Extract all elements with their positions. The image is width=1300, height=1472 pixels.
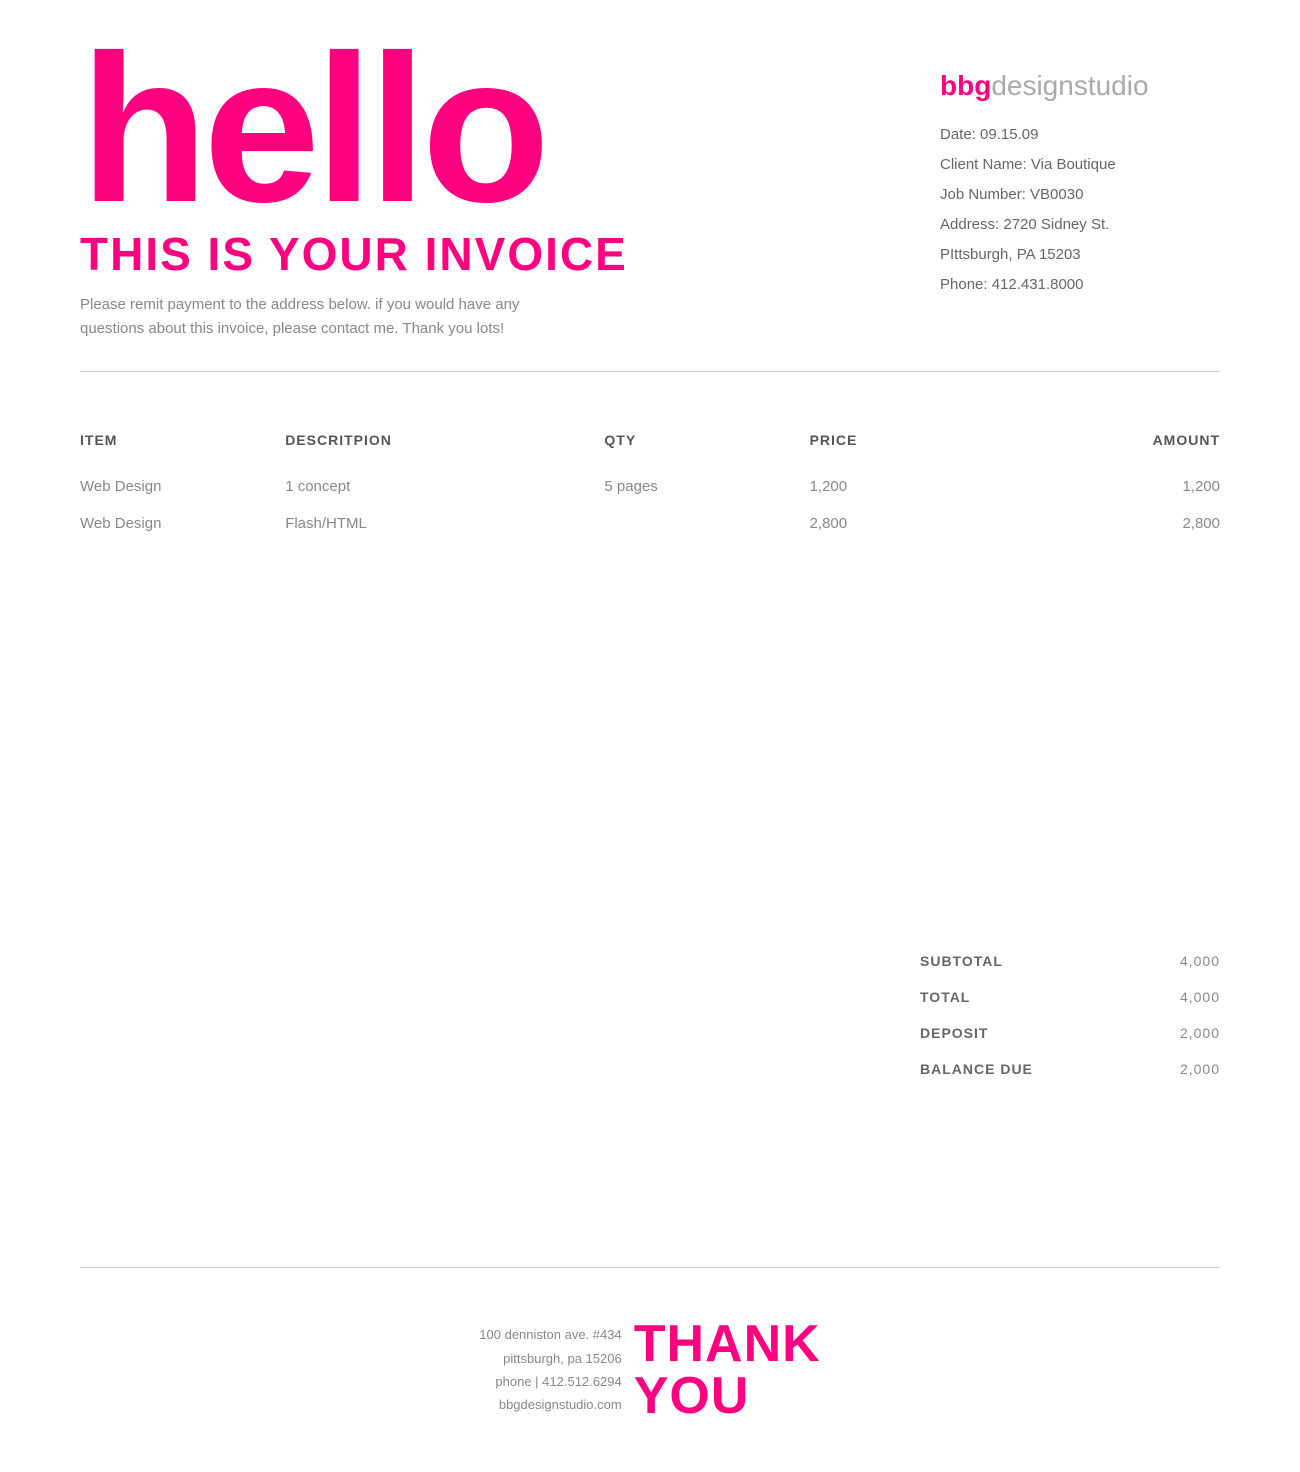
col-item: ITEM [80,432,285,468]
invoice-page: hello THIS IS YOUR INVOICE Please remit … [0,0,1300,1472]
row1-item: Web Design [80,468,285,505]
row2-price: 2,800 [810,505,1015,542]
col-description: DESCRITPION [285,432,604,468]
table-header: ITEM DESCRITPION QTY PRICE AMOUNT [80,432,1220,468]
row1-description: 1 concept [285,468,604,505]
col-price: PRICE [810,432,1015,468]
footer-address-line1: 100 denniston ave. #434 [479,1323,621,1346]
header-left: hello THIS IS YOUR INVOICE Please remit … [80,40,940,341]
subtotal-value: 4,000 [1140,953,1220,969]
address-value: 2720 Sidney St. [1003,216,1109,233]
balance-label: BALANCE DUE [920,1061,1060,1077]
invoice-title: THIS IS YOUR INVOICE [80,227,940,281]
job-label: Job Number: [940,186,1026,203]
thank-you-line2: YOU [634,1370,821,1422]
col-amount: AMOUNT [1015,432,1220,468]
phone-value: 412.431.8000 [992,276,1084,293]
city-value: PIttsburgh, PA 15203 [940,246,1081,263]
address-line: Address: 2720 Sidney St. [940,210,1220,240]
table-header-row: ITEM DESCRITPION QTY PRICE AMOUNT [80,432,1220,468]
date-value: 09.15.09 [980,126,1038,143]
city-line: PIttsburgh, PA 15203 [940,240,1220,270]
job-number-line: Job Number: VB0030 [940,180,1220,210]
total-row: TOTAL 4,000 [920,979,1220,1015]
total-value: 4,000 [1140,989,1220,1005]
items-section: ITEM DESCRITPION QTY PRICE AMOUNT Web De… [0,372,1300,904]
row1-qty: 5 pages [604,468,809,505]
invoice-footer: 100 denniston ave. #434 pittsburgh, pa 1… [0,1268,1300,1472]
deposit-label: DEPOSIT [920,1025,1060,1041]
table-body: Web Design 1 concept 5 pages 1,200 1,200… [80,468,1220,542]
studio-name: bbgdesignstudio [940,70,1220,102]
row2-qty [604,505,809,542]
row2-item: Web Design [80,505,285,542]
phone-line: Phone: 412.431.8000 [940,270,1220,300]
row2-amount: 2,800 [1015,505,1220,542]
row1-price: 1,200 [810,468,1015,505]
invoice-subtitle: Please remit payment to the address belo… [80,293,560,341]
table-row: Web Design 1 concept 5 pages 1,200 1,200 [80,468,1220,505]
totals-table: SUBTOTAL 4,000 TOTAL 4,000 DEPOSIT 2,000… [920,943,1220,1087]
items-table: ITEM DESCRITPION QTY PRICE AMOUNT Web De… [80,432,1220,542]
footer-website: bbgdesignstudio.com [479,1393,621,1416]
client-info: Date: 09.15.09 Client Name: Via Boutique… [940,120,1220,300]
address-label: Address: [940,216,999,233]
subtotal-row: SUBTOTAL 4,000 [920,943,1220,979]
row2-description: Flash/HTML [285,505,604,542]
balance-row: BALANCE DUE 2,000 [920,1051,1220,1087]
job-value: VB0030 [1030,186,1083,203]
table-row: Web Design Flash/HTML 2,800 2,800 [80,505,1220,542]
date-line: Date: 09.15.09 [940,120,1220,150]
client-name-line: Client Name: Via Boutique [940,150,1220,180]
client-label: Client Name: [940,156,1027,173]
footer-phone: phone | 412.512.6294 [479,1370,621,1393]
col-qty: QTY [604,432,809,468]
phone-label: Phone: [940,276,988,293]
brand-prefix: bbg [940,70,991,101]
client-value: Via Boutique [1031,156,1116,173]
subtotal-label: SUBTOTAL [920,953,1060,969]
header-right: bbgdesignstudio Date: 09.15.09 Client Na… [940,40,1220,300]
invoice-header: hello THIS IS YOUR INVOICE Please remit … [0,0,1300,371]
deposit-value: 2,000 [1140,1025,1220,1041]
deposit-row: DEPOSIT 2,000 [920,1015,1220,1051]
thank-you-text: THANK YOU [634,1318,821,1422]
brand-suffix: designstudio [991,70,1148,101]
date-label: Date: [940,126,976,143]
totals-section: SUBTOTAL 4,000 TOTAL 4,000 DEPOSIT 2,000… [0,903,1300,1147]
balance-value: 2,000 [1140,1061,1220,1077]
thank-you-line1: THANK [634,1318,821,1370]
total-label: TOTAL [920,989,1060,1005]
footer-address: 100 denniston ave. #434 pittsburgh, pa 1… [479,1323,621,1417]
footer-address-line2: pittsburgh, pa 15206 [479,1347,621,1370]
row1-amount: 1,200 [1015,468,1220,505]
hello-text: hello [80,40,940,219]
